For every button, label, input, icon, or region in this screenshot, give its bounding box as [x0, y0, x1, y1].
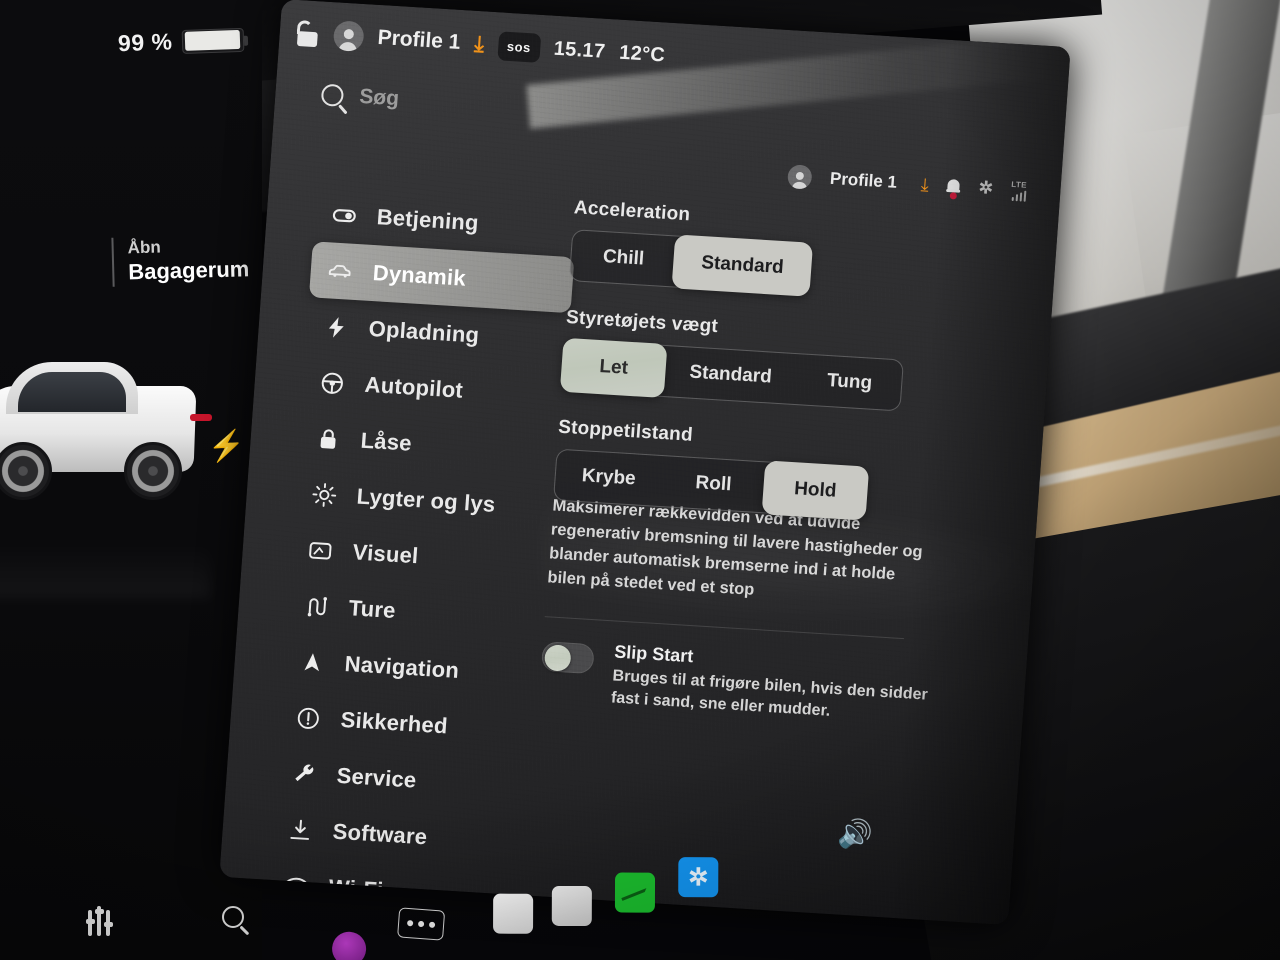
settings-sidebar: Betjening Dynamik Opladning Autopilot Lå…: [219, 173, 575, 903]
app-tile-purple[interactable]: [330, 930, 368, 960]
stopping-option-hold[interactable]: Hold: [761, 460, 870, 521]
app-drawer-dots-icon[interactable]: [397, 907, 446, 941]
signal-label: LTE: [1011, 179, 1028, 190]
slip-start-row[interactable]: Slip Start Bruges til at frigøre bilen, …: [538, 637, 932, 730]
sliders-icon[interactable]: [85, 906, 113, 936]
steering-option-standard[interactable]: Standard: [662, 346, 800, 404]
battery-percent-label: 99 %: [117, 28, 173, 57]
toggle-knob: [543, 643, 572, 672]
charge-bolt-icon: ⚡: [207, 429, 246, 464]
acceleration-segmented-control[interactable]: Chill Standard: [568, 229, 814, 297]
stopping-mode-group: Stoppetilstand Krybe Roll Hold Maksimere…: [547, 417, 1003, 617]
vehicle-render[interactable]: [0, 362, 230, 598]
navigation-arrow-icon: [298, 648, 326, 676]
sidebar-item-label: Navigation: [343, 651, 460, 683]
road-trip-icon: [302, 592, 330, 620]
bell-icon[interactable]: [946, 177, 961, 200]
download-icon[interactable]: ⤓: [920, 174, 929, 195]
battery-fill: [184, 29, 241, 51]
charge-bolt-icon: [322, 313, 350, 341]
toggle-switch-icon: [330, 201, 358, 229]
stopping-option-krybe[interactable]: Krybe: [554, 450, 663, 506]
sidebar-item-label: Lygter og lys: [355, 483, 497, 517]
search-input[interactable]: Søg: [359, 85, 400, 111]
sos-badge[interactable]: sos: [496, 30, 541, 63]
search-icon[interactable]: [222, 906, 244, 928]
battery-icon: [182, 27, 245, 54]
slip-start-toggle[interactable]: [540, 640, 595, 674]
avatar[interactable]: [332, 20, 365, 53]
section-divider: [544, 615, 905, 639]
cellular-signal-icon: LTE: [1010, 179, 1028, 202]
tesla-touchscreen-photo: 99 % Åbn Bagagerum ⚡ Profile 1 ⤓ sos 15.…: [0, 0, 1280, 960]
screen-surface: Profile 1 ⤓ sos 15.17 12°C Søg Profile 1…: [219, 0, 1071, 925]
sidebar-item-label: Visuel: [351, 539, 420, 569]
slip-start-text: Slip Start Bruges til at frigøre bilen, …: [610, 641, 932, 730]
avatar[interactable]: [787, 164, 813, 190]
unlock-icon[interactable]: [295, 19, 321, 48]
sun-brightness-icon: [310, 481, 338, 509]
sidebar-item-label: Autopilot: [363, 371, 464, 403]
settings-content: Acceleration Chill Standard Styretøjets …: [519, 191, 1059, 925]
sidebar-item-label: Software: [331, 818, 429, 850]
sidebar-item-label: Service: [335, 762, 418, 793]
settings-body: Betjening Dynamik Opladning Autopilot Lå…: [219, 173, 1058, 925]
trunk-target-label: Bagagerum: [127, 256, 250, 285]
clock-label: 15.17: [553, 37, 607, 63]
profile-label[interactable]: Profile 1: [829, 169, 897, 193]
warning-circle-icon: [294, 704, 322, 732]
sidebar-item-label: Dynamik: [371, 260, 467, 291]
sidebar-item-label: Betjening: [375, 204, 480, 236]
stopping-mode-helper-text: Maksimerer rækkevidden ved at udvide reg…: [546, 496, 924, 599]
status-profile-label[interactable]: Profile 1: [377, 26, 461, 55]
steering-option-tung[interactable]: Tung: [796, 354, 903, 410]
car-reflection: [0, 518, 210, 598]
acceleration-option-chill[interactable]: Chill: [570, 230, 677, 286]
app-tile-green-chart[interactable]: [614, 872, 656, 913]
download-icon: [286, 816, 314, 844]
stopping-option-roll[interactable]: Roll: [660, 456, 767, 512]
acceleration-group: Acceleration Chill Standard: [568, 197, 1018, 308]
sidebar-item-label: Ture: [347, 595, 397, 624]
sidebar-item-label: Låse: [359, 427, 413, 456]
acceleration-option-standard[interactable]: Standard: [671, 234, 814, 297]
open-trunk-callout[interactable]: Åbn Bagagerum: [111, 234, 250, 287]
car-wheel-rear: [0, 442, 52, 500]
steering-weight-segmented-control[interactable]: Let Standard Tung: [559, 337, 905, 412]
sidebar-item-label: Sikkerhed: [339, 706, 449, 739]
car-wheel-front: [124, 442, 182, 500]
download-icon[interactable]: ⤓: [473, 31, 485, 57]
steering-option-let[interactable]: Let: [559, 337, 668, 399]
wrench-icon: [290, 760, 318, 788]
lock-icon: [314, 425, 342, 453]
app-tile-1[interactable]: [493, 893, 534, 934]
search-icon: [320, 83, 345, 107]
display-icon: [306, 537, 334, 565]
app-tile-bluetooth[interactable]: ✲: [678, 857, 719, 898]
speaker-volume-icon[interactable]: 🔊: [837, 817, 874, 850]
temperature-label: 12°C: [618, 41, 666, 66]
car-glass: [18, 372, 126, 412]
battery-indicator: 99 %: [118, 26, 245, 57]
bluetooth-icon[interactable]: ✲: [978, 178, 994, 199]
center-touchscreen: Profile 1 ⤓ sos 15.17 12°C Søg Profile 1…: [219, 0, 1071, 925]
app-tile-2[interactable]: [551, 885, 592, 927]
car-icon: [326, 257, 354, 285]
car-taillight: [190, 414, 212, 421]
sidebar-item-label: Opladning: [367, 315, 481, 348]
steering-wheel-icon: [318, 369, 346, 397]
steering-weight-group: Styretøjets vægt Let Standard Tung: [559, 307, 1010, 418]
